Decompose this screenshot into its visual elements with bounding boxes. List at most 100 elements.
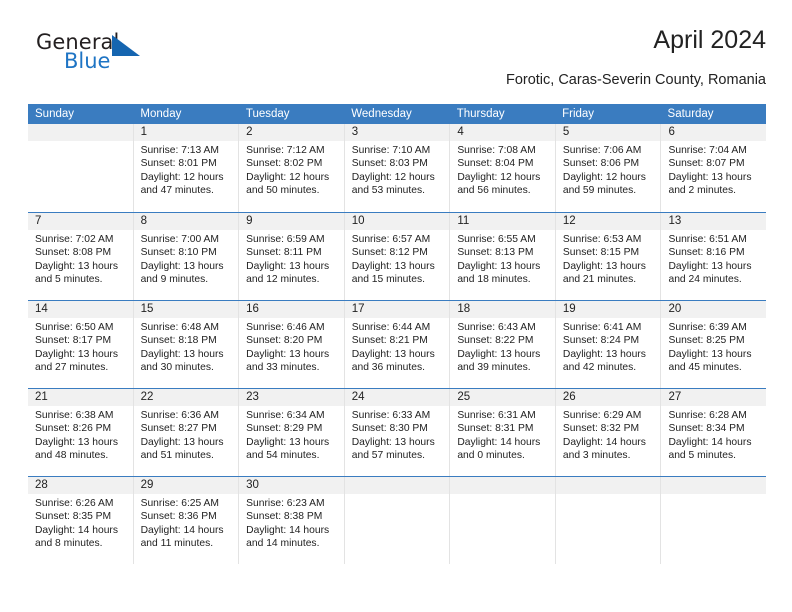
sunrise-text: Sunrise: 6:51 AM xyxy=(668,234,747,245)
sunset-text: Sunset: 8:29 PM xyxy=(246,423,323,435)
calendar-week-row: 7 Sunrise: 7:02 AM Sunset: 8:08 PM Daylight… xyxy=(28,212,767,300)
daylight-text-line2: and 8 minutes. xyxy=(35,537,103,549)
day-number: 30 xyxy=(239,477,344,494)
calendar-day-cell[interactable]: 4 Sunrise: 7:08 AM Sunset: 8:04 PM Daylight… xyxy=(450,124,556,212)
day-number: 14 xyxy=(28,301,133,318)
calendar-day-cell[interactable]: 30 Sunrise: 6:23 AM Sunset: 8:38 PM Dayligh… xyxy=(239,477,345,564)
day-number xyxy=(661,477,767,494)
day-number: 22 xyxy=(133,389,239,406)
day-number: 8 xyxy=(133,213,239,230)
day-number: 12 xyxy=(555,213,661,230)
sunrise-text: Sunrise: 6:38 AM xyxy=(35,410,114,421)
sunset-text: Sunset: 8:04 PM xyxy=(457,158,534,170)
day-number: 10 xyxy=(344,213,450,230)
calendar-day-cell[interactable]: 13 Sunrise: 6:51 AM Sunset: 8:16 PM Dayligh… xyxy=(661,213,767,300)
calendar-day-cell[interactable]: 16 Sunrise: 6:46 AM Sunset: 8:20 PM Dayligh… xyxy=(239,301,345,388)
day-details: Sunrise: 6:25 AM Sunset: 8:36 PM Daylight:… xyxy=(134,494,239,550)
calendar-day-cell[interactable]: 27 Sunrise: 6:28 AM Sunset: 8:34 PM Dayligh… xyxy=(661,389,767,476)
sunset-text: Sunset: 8:03 PM xyxy=(351,158,428,170)
calendar-day-cell[interactable]: 12 Sunrise: 6:53 AM Sunset: 8:15 PM Dayligh… xyxy=(555,213,662,300)
calendar-day-cell[interactable]: 10 Sunrise: 6:57 AM Sunset: 8:12 PM Dayligh… xyxy=(344,213,451,300)
day-details: Sunrise: 7:12 AM Sunset: 8:02 PM Daylight:… xyxy=(239,141,344,197)
daylight-text-line2: and 51 minutes. xyxy=(140,449,214,461)
daylight-text-line2: and 9 minutes. xyxy=(140,273,209,285)
calendar-day-cell[interactable]: 5 Sunrise: 7:06 AM Sunset: 8:06 PM Daylight… xyxy=(555,124,662,212)
calendar-day-cell[interactable]: 7 Sunrise: 7:02 AM Sunset: 8:08 PM Daylight… xyxy=(28,213,134,300)
calendar-empty-cell xyxy=(661,477,767,564)
calendar-day-cell[interactable]: 2 Sunrise: 7:12 AM Sunset: 8:02 PM Daylight… xyxy=(239,124,345,212)
calendar-day-cell[interactable]: 9 Sunrise: 6:59 AM Sunset: 8:11 PM Daylight… xyxy=(239,213,345,300)
calendar-day-cell[interactable]: 26 Sunrise: 6:29 AM Sunset: 8:32 PM Dayligh… xyxy=(555,389,662,476)
day-details: Sunrise: 6:26 AM Sunset: 8:35 PM Daylight:… xyxy=(28,494,133,550)
calendar-day-cell[interactable]: 25 Sunrise: 6:31 AM Sunset: 8:31 PM Dayligh… xyxy=(450,389,556,476)
day-details: Sunrise: 6:51 AM Sunset: 8:16 PM Daylight:… xyxy=(661,230,766,286)
day-details: Sunrise: 7:00 AM Sunset: 8:10 PM Daylight:… xyxy=(134,230,239,286)
daylight-text-line2: and 39 minutes. xyxy=(457,361,531,373)
daylight-text-line1: Daylight: 13 hours xyxy=(140,436,224,448)
calendar-day-cell[interactable]: 23 Sunrise: 6:34 AM Sunset: 8:29 PM Dayligh… xyxy=(239,389,345,476)
sunrise-text: Sunrise: 6:28 AM xyxy=(668,410,747,421)
sunrise-text: Sunrise: 6:43 AM xyxy=(457,322,536,333)
brand-logo[interactable]: General Blue xyxy=(36,30,156,82)
daylight-text-line1: Daylight: 14 hours xyxy=(246,524,330,536)
calendar-day-cell[interactable]: 21 Sunrise: 6:38 AM Sunset: 8:26 PM Dayligh… xyxy=(28,389,134,476)
calendar-week-row: 21 Sunrise: 6:38 AM Sunset: 8:26 PM Dayligh… xyxy=(28,388,767,476)
calendar-day-cell[interactable]: 24 Sunrise: 6:33 AM Sunset: 8:30 PM Dayligh… xyxy=(344,389,451,476)
sunset-text: Sunset: 8:12 PM xyxy=(351,247,428,259)
calendar-day-cell[interactable]: 18 Sunrise: 6:43 AM Sunset: 8:22 PM Dayligh… xyxy=(450,301,556,388)
calendar-empty-cell xyxy=(450,477,556,564)
daylight-text-line1: Daylight: 12 hours xyxy=(457,171,541,183)
daylight-text-line1: Daylight: 14 hours xyxy=(457,436,541,448)
daylight-text-line2: and 53 minutes. xyxy=(351,184,426,196)
day-number: 20 xyxy=(661,301,767,318)
calendar-day-cell[interactable]: 17 Sunrise: 6:44 AM Sunset: 8:21 PM Dayligh… xyxy=(344,301,451,388)
day-number: 2 xyxy=(239,124,344,141)
calendar-day-cell[interactable]: 19 Sunrise: 6:41 AM Sunset: 8:24 PM Dayligh… xyxy=(555,301,662,388)
daylight-text-line1: Daylight: 12 hours xyxy=(140,171,224,183)
calendar-week-row: 14 Sunrise: 6:50 AM Sunset: 8:17 PM Dayligh… xyxy=(28,300,767,388)
daylight-text-line2: and 18 minutes. xyxy=(457,273,531,285)
daylight-text-line1: Daylight: 13 hours xyxy=(35,260,118,272)
calendar-day-cell[interactable]: 22 Sunrise: 6:36 AM Sunset: 8:27 PM Dayligh… xyxy=(133,389,240,476)
day-details: Sunrise: 6:46 AM Sunset: 8:20 PM Daylight:… xyxy=(239,318,344,374)
calendar-day-cell[interactable]: 28 Sunrise: 6:26 AM Sunset: 8:35 PM Dayligh… xyxy=(28,477,134,564)
daylight-text-line2: and 5 minutes. xyxy=(668,449,737,461)
day-number: 15 xyxy=(133,301,239,318)
calendar-day-cell[interactable]: 15 Sunrise: 6:48 AM Sunset: 8:18 PM Dayligh… xyxy=(133,301,240,388)
daylight-text-line1: Daylight: 13 hours xyxy=(351,348,435,360)
daylight-text-line1: Daylight: 13 hours xyxy=(457,260,541,272)
calendar-day-cell[interactable]: 29 Sunrise: 6:25 AM Sunset: 8:36 PM Dayligh… xyxy=(133,477,240,564)
daylight-text-line2: and 3 minutes. xyxy=(562,449,631,461)
daylight-text-line2: and 0 minutes. xyxy=(457,449,525,461)
calendar-day-cell[interactable]: 1 Sunrise: 7:13 AM Sunset: 8:01 PM Daylight… xyxy=(133,124,240,212)
daylight-text-line1: Daylight: 13 hours xyxy=(457,348,541,360)
daylight-text-line2: and 48 minutes. xyxy=(35,449,109,461)
day-number: 21 xyxy=(28,389,133,406)
sunset-text: Sunset: 8:25 PM xyxy=(668,335,745,347)
sunrise-text: Sunrise: 6:33 AM xyxy=(351,410,431,421)
day-details: Sunrise: 6:55 AM Sunset: 8:13 PM Daylight:… xyxy=(450,230,555,286)
sunrise-text: Sunrise: 6:55 AM xyxy=(457,234,536,245)
daylight-text-line1: Daylight: 13 hours xyxy=(35,348,118,360)
calendar-day-cell[interactable]: 8 Sunrise: 7:00 AM Sunset: 8:10 PM Daylight… xyxy=(133,213,240,300)
day-number: 1 xyxy=(133,124,239,141)
calendar-day-cell[interactable]: 6 Sunrise: 7:04 AM Sunset: 8:07 PM Daylight… xyxy=(661,124,767,212)
weekday-header-tuesday: Tuesday xyxy=(245,108,290,120)
sunset-text: Sunset: 8:32 PM xyxy=(562,423,640,435)
calendar-day-cell[interactable]: 3 Sunrise: 7:10 AM Sunset: 8:03 PM Daylight… xyxy=(344,124,451,212)
weekday-header-sunday: Sunday xyxy=(35,108,75,120)
calendar-day-cell[interactable]: 20 Sunrise: 6:39 AM Sunset: 8:25 PM Dayligh… xyxy=(661,301,767,388)
page-title: April 2024 xyxy=(653,26,766,54)
daylight-text-line2: and 27 minutes. xyxy=(35,361,109,373)
sunrise-text: Sunrise: 6:34 AM xyxy=(246,410,325,421)
sunset-text: Sunset: 8:38 PM xyxy=(246,511,323,523)
daylight-text-line2: and 2 minutes. xyxy=(668,184,737,196)
day-details: Sunrise: 7:08 AM Sunset: 8:04 PM Daylight:… xyxy=(450,141,555,197)
daylight-text-line1: Daylight: 13 hours xyxy=(351,260,435,272)
daylight-text-line1: Daylight: 13 hours xyxy=(668,171,752,183)
sunset-text: Sunset: 8:16 PM xyxy=(668,247,745,259)
calendar-day-cell[interactable]: 14 Sunrise: 6:50 AM Sunset: 8:17 PM Dayligh… xyxy=(28,301,134,388)
day-details: Sunrise: 6:44 AM Sunset: 8:21 PM Daylight:… xyxy=(345,318,450,374)
day-number: 6 xyxy=(661,124,767,141)
calendar-day-cell[interactable]: 11 Sunrise: 6:55 AM Sunset: 8:13 PM Dayligh… xyxy=(450,213,556,300)
